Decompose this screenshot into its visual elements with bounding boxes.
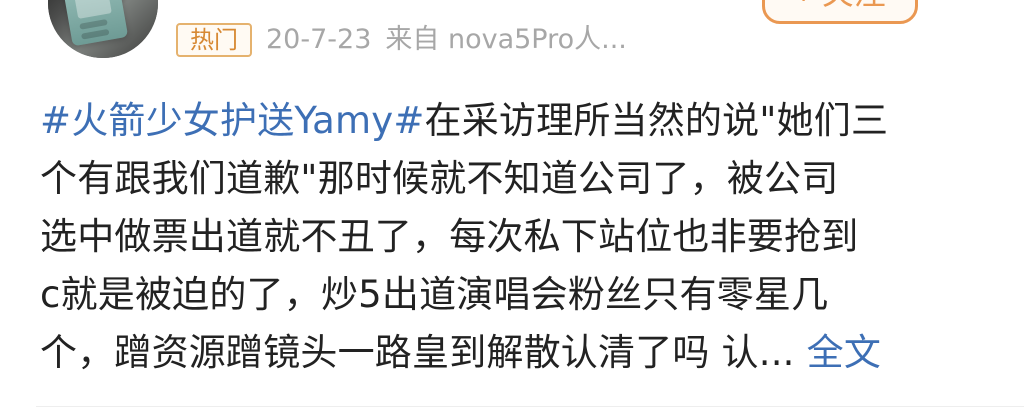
post-body: #火箭少女护送Yamy#在采访理所当然的说"她们三 个有跟我们道歉"那时候就不知… [40, 92, 980, 382]
hot-badge: 热门 [176, 23, 252, 57]
post-meta-row: 热门 20-7-23 来自 nova5Pro人... [176, 18, 627, 62]
post-line-4: c就是被迫的了，炒5出道演唱会粉丝只有零星几 [40, 273, 829, 316]
post-date: 20-7-23 [266, 24, 372, 55]
post-line-1: #火箭少女护送Yamy#在采访理所当然的说"她们三 [40, 92, 980, 150]
avatar[interactable] [48, 0, 158, 58]
avatar-image [48, 0, 158, 58]
post-line-3: 选中做票出道就不丑了，每次私下站位也非要抢到 [40, 215, 859, 258]
hashtag-link[interactable]: #火箭少女护送Yamy# [40, 99, 425, 142]
post-text-line-1: 在采访理所当然的说"她们三 [424, 99, 889, 142]
post-divider [36, 406, 1024, 407]
full-text-link[interactable]: 全文 [807, 331, 881, 374]
post-line-2: 个有跟我们道歉"那时候就不知道公司了，被公司 [40, 157, 839, 200]
avatar-photo-card [59, 0, 129, 47]
post-line-5: 个，蹭资源蹭镜头一路皇到解散认清了吗 认... 全文 [40, 324, 980, 382]
post-source: 来自 nova5Pro人... [385, 24, 627, 55]
weibo-post-card: + 关注 热门 20-7-23 来自 nova5Pro人... #火箭少女护送Y… [0, 0, 1024, 412]
post-text-line-5: 个，蹭资源蹭镜头一路皇到解散认清了吗 认... [40, 331, 795, 374]
follow-button[interactable]: + 关注 [762, 0, 918, 24]
